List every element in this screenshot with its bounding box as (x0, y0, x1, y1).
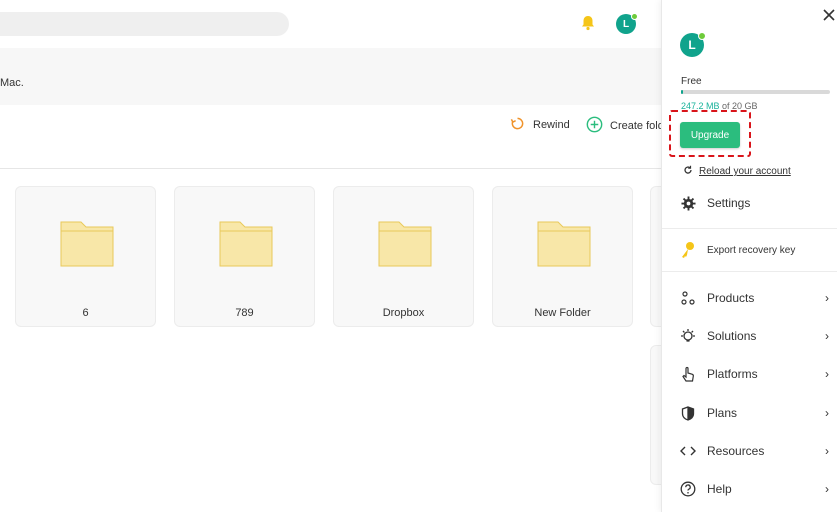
help-icon (679, 480, 697, 498)
menu-item-resources[interactable]: Resources › (679, 441, 837, 461)
upgrade-button[interactable]: Upgrade (680, 122, 740, 148)
reload-account-link[interactable]: Reload your account (683, 165, 791, 178)
rewind-icon (510, 116, 525, 134)
online-status-dot (631, 13, 638, 20)
chevron-right-icon: › (825, 329, 829, 343)
folder-icon (60, 219, 114, 272)
folder-card[interactable]: 789 (174, 186, 315, 327)
hand-pointer-icon (679, 365, 697, 383)
folder-card[interactable]: New Folder (492, 186, 633, 327)
chevron-right-icon: › (825, 367, 829, 381)
chevron-right-icon: › (825, 291, 829, 305)
menu-label: Export recovery key (707, 244, 796, 256)
menu-label: Products (707, 291, 755, 305)
chevron-right-icon: › (825, 406, 829, 420)
search-bar[interactable] (0, 12, 289, 36)
chevron-right-icon: › (825, 444, 829, 458)
menu-label: Help (707, 482, 732, 496)
storage-progress-fill (681, 90, 684, 94)
folder-card[interactable]: Dropbox (333, 186, 474, 327)
gear-icon (679, 194, 697, 212)
plan-label: Free (681, 76, 702, 87)
folder-name: Dropbox (382, 307, 425, 319)
close-icon[interactable] (822, 8, 837, 24)
menu-label: Resources (707, 444, 765, 458)
reload-icon (683, 165, 693, 178)
menu-label: Settings (707, 196, 751, 210)
code-icon (679, 442, 697, 460)
menu-item-settings[interactable]: Settings (679, 193, 837, 213)
storage-progress-bar (681, 90, 830, 94)
rewind-button[interactable]: Rewind (510, 116, 570, 134)
notification-bell-icon[interactable] (579, 14, 597, 32)
create-folder-label: Create folder (610, 120, 661, 132)
folder-card[interactable]: 6 (15, 186, 156, 327)
divider (662, 271, 837, 272)
online-status-dot (698, 32, 706, 40)
folder-icon (537, 219, 591, 272)
info-banner (0, 48, 661, 105)
menu-item-solutions[interactable]: Solutions › (679, 326, 837, 346)
account-avatar: L (680, 32, 706, 57)
divider (0, 168, 661, 169)
menu-label: Solutions (707, 329, 757, 343)
menu-label: Plans (707, 406, 738, 420)
plus-circle-icon (586, 116, 603, 136)
folder-icon (378, 219, 432, 272)
key-icon (679, 241, 697, 259)
folder-icon (219, 219, 273, 272)
products-icon (679, 289, 697, 307)
folder-name: 6 (82, 307, 89, 319)
folder-name: New Folder (534, 307, 591, 319)
folder-name: 789 (235, 307, 254, 319)
reload-account-label: Reload your account (699, 166, 791, 177)
menu-label: Platforms (707, 367, 758, 381)
shield-icon (679, 404, 697, 422)
menu-item-platforms[interactable]: Platforms › (679, 364, 837, 384)
menu-item-products[interactable]: Products › (679, 288, 837, 308)
divider (662, 228, 837, 229)
create-folder-button[interactable]: Create folder (586, 116, 661, 136)
rewind-label: Rewind (533, 119, 570, 131)
chevron-right-icon: › (825, 482, 829, 496)
avatar-initial: L (622, 18, 630, 30)
banner-text: Mac. (0, 77, 24, 89)
menu-item-help[interactable]: Help › (679, 479, 837, 499)
menu-item-export-recovery-key[interactable]: Export recovery key (679, 240, 837, 260)
lightbulb-icon (679, 327, 697, 345)
avatar-initial: L (688, 38, 696, 52)
avatar[interactable]: L (616, 13, 638, 34)
menu-item-plans[interactable]: Plans › (679, 403, 837, 423)
